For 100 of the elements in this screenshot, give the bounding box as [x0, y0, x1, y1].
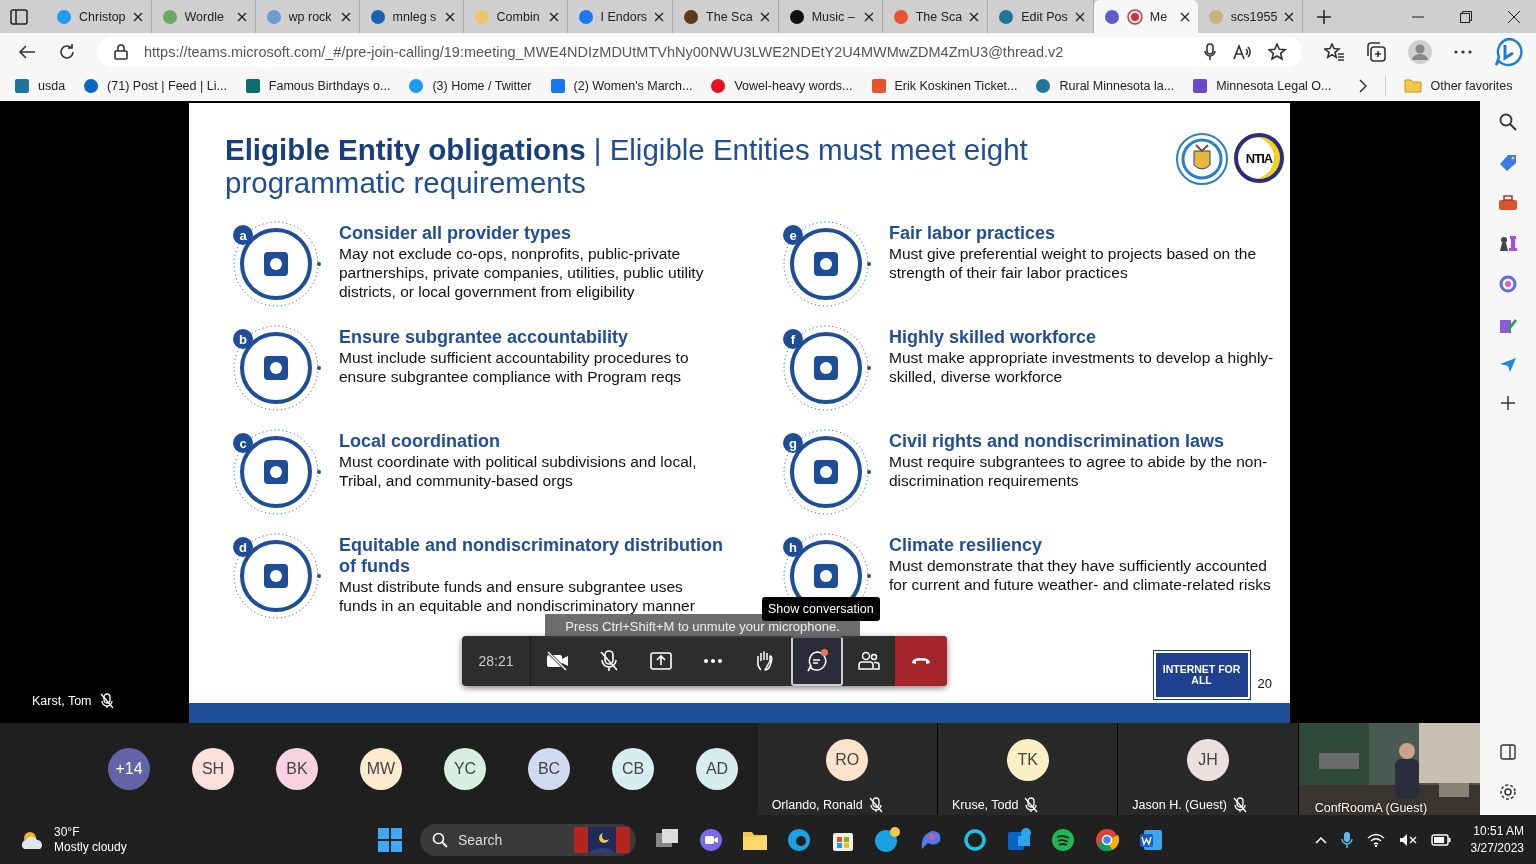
chevron-up-icon[interactable] — [1314, 835, 1327, 844]
participant-avatar[interactable]: YC — [444, 748, 486, 790]
bookmark-folder[interactable]: Other favorites — [1404, 78, 1513, 93]
participant-avatar[interactable]: MW — [360, 748, 402, 790]
chat-icon — [805, 649, 829, 673]
more-icon[interactable] — [1454, 49, 1472, 54]
search-icon — [432, 831, 448, 848]
ring-icon[interactable] — [962, 826, 988, 853]
participant-avatar[interactable]: CB — [612, 748, 654, 790]
speaker-muted-icon[interactable] — [1398, 832, 1417, 847]
search-icon[interactable] — [1499, 113, 1517, 131]
close-icon[interactable] — [340, 11, 351, 22]
bookmark-link[interactable]: (2) Women's March... — [549, 77, 693, 94]
chat-bubble-icon[interactable] — [1494, 36, 1524, 67]
close-icon[interactable] — [1508, 10, 1520, 23]
weather-widget[interactable]: 30°F Mostly cloudy — [18, 824, 127, 855]
participant-avatar[interactable]: SH — [192, 748, 234, 790]
battery-icon[interactable] — [1430, 833, 1451, 846]
participant-name: Kruse, Todd — [951, 798, 1019, 812]
read-aloud-icon[interactable] — [1232, 43, 1252, 60]
participant-avatar[interactable]: BK — [276, 748, 318, 790]
leave-call-icon — [911, 657, 931, 665]
bookmark-link[interactable]: Minnesota Legal O... — [1192, 77, 1332, 94]
tab-actions-icon[interactable] — [10, 8, 28, 25]
close-icon[interactable] — [969, 11, 980, 22]
bookmark-link[interactable]: Erik Koskinen Ticket... — [870, 77, 1018, 94]
chevron-right-icon[interactable] — [1359, 78, 1368, 93]
chrome-icon[interactable] — [1094, 826, 1120, 853]
wifi-icon[interactable] — [1366, 832, 1385, 847]
participant-name: ConfRoomA (Guest) — [1314, 801, 1428, 815]
video-chat-icon[interactable] — [698, 826, 724, 853]
new-tab-icon[interactable] — [1317, 9, 1332, 24]
send-icon[interactable] — [1499, 357, 1517, 373]
site-icon — [473, 8, 490, 25]
participant-avatar[interactable]: +14 — [108, 748, 150, 790]
settings-icon[interactable] — [1499, 783, 1517, 801]
requirement-text: Must distribute funds and ensure subgrantee uses funds in an equitable and nondiscriminatory manner — [339, 577, 696, 615]
participant-name: Jason H. (Guest) — [1132, 798, 1227, 812]
close-icon[interactable] — [1284, 11, 1295, 22]
camera-off-icon — [545, 649, 569, 673]
bookmark-link[interactable]: usda — [14, 77, 66, 94]
program-logo: INTERNET FOR ALL — [1153, 651, 1250, 699]
participant-avatar[interactable]: BC — [528, 748, 570, 790]
mail-icon[interactable] — [1006, 826, 1032, 853]
sidebar-toggle-icon[interactable] — [1500, 744, 1516, 760]
close-icon[interactable] — [863, 11, 874, 22]
bookmark-link[interactable]: Vowel-heavy words... — [710, 77, 853, 94]
back-icon[interactable] — [18, 43, 36, 60]
emblem-icon — [231, 531, 321, 621]
add-favorite-icon[interactable] — [1268, 42, 1288, 61]
circle-app-icon[interactable] — [1499, 275, 1517, 293]
seal-icon — [1176, 133, 1228, 185]
close-icon[interactable] — [759, 11, 770, 22]
tag-icon[interactable] — [1499, 154, 1517, 172]
collections-icon[interactable] — [1366, 41, 1386, 62]
chess-icon[interactable] — [1498, 234, 1518, 252]
close-icon[interactable] — [236, 11, 247, 22]
bookmark-link[interactable]: Famous Birthdays o... — [244, 77, 391, 94]
item-letter: d — [233, 537, 253, 557]
add-icon[interactable] — [1501, 396, 1515, 410]
close-icon[interactable] — [444, 11, 455, 22]
browser-tab[interactable]: Me — [1093, 0, 1198, 33]
leave-call-button[interactable] — [895, 636, 947, 686]
search-field[interactable]: Search — [420, 823, 636, 856]
restore-icon[interactable] — [1460, 10, 1472, 23]
item-letter: b — [233, 329, 253, 349]
address-field[interactable]: https://teams.microsoft.com/_#/pre-join-calling/19:meeting_MWE4NDIzMDUtMTVhNy00NWU3LWE2NDEtY2U4MWMwZDM4ZmU3@thread.v2 — [98, 36, 1302, 67]
emblem-icon — [781, 323, 871, 413]
more-options-icon — [703, 658, 723, 664]
close-icon[interactable] — [132, 11, 143, 22]
toolbox-icon[interactable] — [1498, 195, 1518, 211]
close-icon[interactable] — [1179, 11, 1190, 22]
site-icon — [244, 77, 261, 94]
chat-button[interactable] — [791, 636, 843, 686]
share-icon — [649, 649, 673, 673]
site-icon — [788, 8, 805, 25]
microphone-icon[interactable] — [1204, 42, 1216, 61]
bookmark-link[interactable]: (3) Home / Twitter — [408, 77, 532, 94]
participant-avatar[interactable]: AD — [696, 748, 738, 790]
music-icon[interactable] — [1050, 826, 1076, 853]
close-icon[interactable] — [548, 11, 559, 22]
microphone-icon[interactable] — [1340, 830, 1353, 849]
participants-icon — [857, 649, 881, 673]
item-letter: a — [233, 225, 253, 245]
site-icon — [710, 77, 727, 94]
pen-icon[interactable] — [1499, 316, 1517, 334]
refresh-icon[interactable] — [58, 42, 76, 61]
windows-icon[interactable] — [378, 827, 402, 852]
item-letter: g — [783, 433, 803, 453]
bookmark-link[interactable]: (71) Post | Feed | Li... — [83, 77, 227, 94]
bookmark-link[interactable]: Rural Minnesota la... — [1035, 77, 1175, 94]
close-icon[interactable] — [1074, 11, 1085, 22]
close-icon[interactable] — [654, 11, 665, 22]
microphone-off-icon — [597, 649, 621, 673]
favorites-icon[interactable] — [1324, 42, 1344, 61]
call-timer: 28:21 — [462, 636, 531, 686]
profile-icon[interactable] — [1408, 39, 1432, 64]
clock[interactable]: 10:51 AM 3/27/2023 — [1470, 822, 1524, 857]
requirement-text: Must demonstrate that they have sufficiently accounted for current and future weather- and climate-related risks — [889, 556, 1272, 594]
site-icon — [1192, 77, 1209, 94]
